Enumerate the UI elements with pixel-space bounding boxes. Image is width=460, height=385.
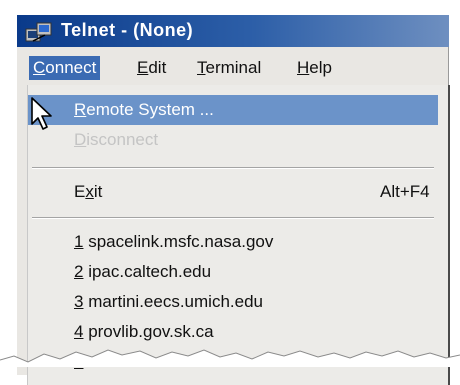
menu-item-remote-system[interactable]: Remote System ... xyxy=(28,95,438,125)
recent-host-3[interactable]: 3 martini.eecs.umich.edu xyxy=(28,287,438,317)
telnet-computer-icon xyxy=(25,22,52,42)
menu-separator xyxy=(32,217,434,219)
recent-host-2[interactable]: 2 ipac.caltech.edu xyxy=(28,257,438,287)
menu-connect[interactable]: Connect xyxy=(29,56,101,80)
title-bar[interactable]: Telnet - (None) xyxy=(17,15,449,47)
telnet-window: Telnet - (None) Connect Edit Terminal He… xyxy=(16,14,450,385)
exit-shortcut: Alt+F4 xyxy=(380,182,430,201)
arrow-cursor-icon xyxy=(31,97,52,130)
menu-bar: Connect Edit Terminal Help xyxy=(17,53,449,83)
menu-item-exit[interactable]: Exit Alt+F4 xyxy=(28,177,438,207)
window-title: Telnet - (None) xyxy=(61,20,194,40)
recent-host-1[interactable]: 1 spacelink.msfc.nasa.gov xyxy=(28,227,438,257)
menu-terminal[interactable]: Terminal xyxy=(193,56,265,80)
torn-paper-edge xyxy=(0,349,460,367)
menu-edit[interactable]: Edit xyxy=(133,56,170,80)
menu-separator xyxy=(32,167,434,169)
menu-item-disconnect: Disconnect xyxy=(74,130,159,149)
menu-help[interactable]: Help xyxy=(293,56,336,80)
